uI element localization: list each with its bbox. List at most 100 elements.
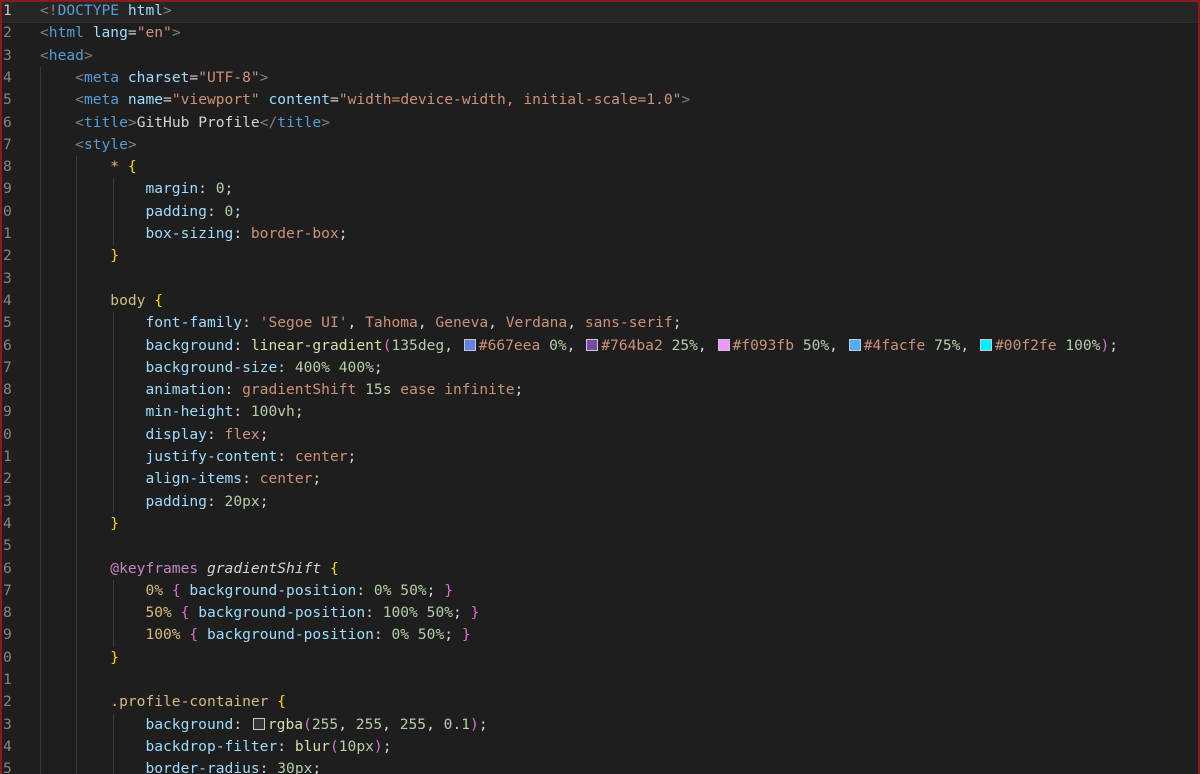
code-token: "UTF-8" (198, 68, 260, 86)
code-line[interactable]: 0 } (0, 647, 1200, 669)
code-line[interactable]: 1 justify-content: center; (0, 446, 1200, 468)
code-line[interactable]: 7 <style> (0, 134, 1200, 156)
code-text: background: linear-gradient(135deg, #667… (40, 335, 1118, 357)
code-token: display (145, 425, 207, 443)
code-line[interactable]: 7 0% { background-position: 0% 50%; } (0, 580, 1200, 602)
code-token: ( (303, 715, 312, 733)
code-line[interactable]: 9 100% { background-position: 0% 50%; } (0, 624, 1200, 646)
code-token: < (40, 46, 49, 64)
code-editor[interactable]: 1 <!DOCTYPE html> 2 <html lang="en"> 3 <head>… (0, 0, 1200, 774)
code-token: < (75, 68, 84, 86)
line-number: 2 (3, 693, 12, 711)
code-line[interactable]: 3 <head> (0, 45, 1200, 67)
code-line[interactable]: 7 background-size: 400% 400%; (0, 357, 1200, 379)
code-line[interactable]: 3 padding: 20px; (0, 491, 1200, 513)
code-token: lang (83, 24, 128, 42)
code-token: 'Segoe UI' (259, 314, 348, 332)
code-text: justify-content: center; (40, 446, 356, 468)
code-line[interactable]: 4 } (0, 513, 1200, 535)
color-swatch[interactable] (586, 338, 599, 351)
code-token: < (40, 24, 49, 42)
color-swatch[interactable] (252, 717, 265, 730)
code-line[interactable]: 1 <!DOCTYPE html> (0, 0, 1200, 24)
line-number: 3 (3, 492, 12, 510)
code-line[interactable]: 4 <meta charset="UTF-8"> (0, 67, 1200, 89)
code-token: , (960, 336, 978, 354)
code-line[interactable]: 5 border-radius: 30px; (0, 758, 1200, 774)
code-line[interactable]: 9 min-height: 100vh; (0, 401, 1200, 423)
code-line[interactable]: 6 <title>GitHub Profile</title> (0, 112, 1200, 134)
code-token: ; (338, 225, 348, 242)
code-line[interactable]: 5 font-family: 'Segoe UI', Tahoma, Genev… (0, 312, 1200, 334)
code-token: ) (373, 737, 383, 755)
color-swatch[interactable] (463, 338, 476, 351)
code-token: 0.1 (443, 715, 471, 733)
code-token: ; (224, 180, 234, 198)
code-line[interactable]: 3 (0, 268, 1200, 290)
code-token: ; (259, 425, 269, 443)
code-line[interactable]: 6 background: linear-gradient(135deg, #6… (0, 335, 1200, 357)
code-line[interactable]: 0 padding: 0; (0, 201, 1200, 223)
code-line[interactable]: 1 (0, 669, 1200, 691)
color-swatch[interactable] (717, 338, 730, 351)
line-number: 3 (3, 46, 12, 64)
code-token: 100% (145, 626, 181, 644)
color-swatch[interactable] (848, 338, 861, 351)
code-line[interactable]: 5 <meta name="viewport" content="width=d… (0, 89, 1200, 111)
code-text: 50% { background-position: 100% 50%; } (40, 602, 479, 624)
code-token: = (163, 91, 172, 109)
code-token: ; (294, 403, 304, 421)
code-text: margin: 0; (40, 178, 233, 200)
code-line[interactable]: 9 margin: 0; (0, 178, 1200, 200)
line-number: 4 (3, 291, 12, 309)
line-number: 7 (3, 135, 12, 153)
code-token: : (356, 581, 374, 599)
code-line[interactable]: 8 50% { background-position: 100% 50%; } (0, 602, 1200, 624)
code-token: center (259, 470, 313, 488)
code-line[interactable]: 2 align-items: center; (0, 468, 1200, 490)
code-line[interactable]: 2 <html lang="en"> (0, 22, 1200, 44)
code-line[interactable]: 3 background: rgba(255, 255, 255, 0.1); (0, 714, 1200, 736)
code-line[interactable]: 8 animation: gradientShift 15s ease infi… (0, 379, 1200, 401)
color-swatch[interactable] (980, 338, 992, 351)
code-line[interactable]: 2 } (0, 245, 1200, 267)
code-text: <!DOCTYPE html> (40, 0, 172, 22)
code-token: : (233, 225, 251, 242)
code-line[interactable]: 4 backdrop-filter: blur(10px); (0, 736, 1200, 758)
code-token: min-height (145, 403, 234, 421)
code-token: } (110, 514, 120, 532)
code-token: background (145, 336, 234, 354)
code-line[interactable]: 2 .profile-container { (0, 691, 1200, 713)
code-line[interactable]: 6 @keyframes gradientShift { (0, 558, 1200, 580)
code-line[interactable]: 4 body { (0, 290, 1200, 312)
code-token: 50% (145, 604, 172, 622)
code-line[interactable]: 5 (0, 535, 1200, 557)
window-border-top (0, 0, 1200, 2)
code-token: > (681, 91, 691, 109)
code-token: > (171, 24, 181, 42)
line-number: 5 (3, 91, 12, 109)
code-token: 50% (802, 336, 830, 354)
code-line[interactable]: 8 * { (0, 156, 1200, 178)
code-line[interactable]: 1 box-sizing: border-box; (0, 223, 1200, 245)
code-line[interactable]: 0 display: flex; (0, 424, 1200, 446)
code-token: justify-content (145, 448, 278, 465)
code-token: ; (478, 715, 488, 733)
code-token: #f093fb (732, 336, 795, 354)
